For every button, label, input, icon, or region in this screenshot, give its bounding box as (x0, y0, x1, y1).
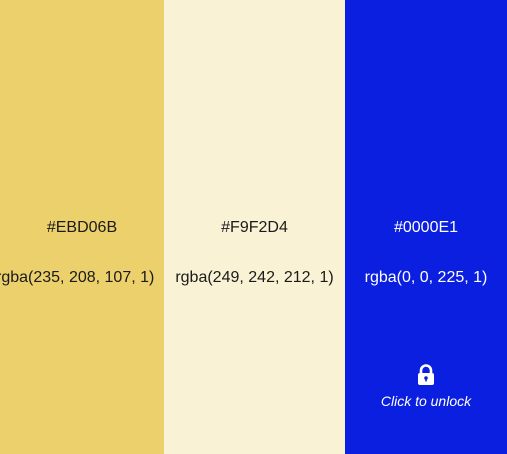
hex-code[interactable]: #EBD06B (0, 218, 164, 238)
rgba-value[interactable]: rgba(235, 208, 107, 1) (0, 268, 154, 288)
color-palette: #EBD06B rgba(235, 208, 107, 1) #F9F2D4 r… (0, 0, 507, 454)
lock-icon (418, 364, 434, 385)
color-swatch-2[interactable]: #F9F2D4 rgba(249, 242, 212, 1) (164, 0, 345, 454)
unlock-label: Click to unlock (380, 393, 472, 409)
color-swatch-1[interactable]: #EBD06B rgba(235, 208, 107, 1) (0, 0, 164, 454)
hex-code[interactable]: #F9F2D4 (164, 218, 345, 238)
hex-code[interactable]: #0000E1 (345, 218, 507, 238)
rgba-value[interactable]: rgba(249, 242, 212, 1) (164, 268, 345, 288)
rgba-value[interactable]: rgba(0, 0, 225, 1) (345, 268, 507, 288)
unlock-button[interactable]: Click to unlock (345, 364, 507, 414)
color-swatch-3[interactable]: #0000E1 rgba(0, 0, 225, 1) Click to unlo… (345, 0, 507, 454)
